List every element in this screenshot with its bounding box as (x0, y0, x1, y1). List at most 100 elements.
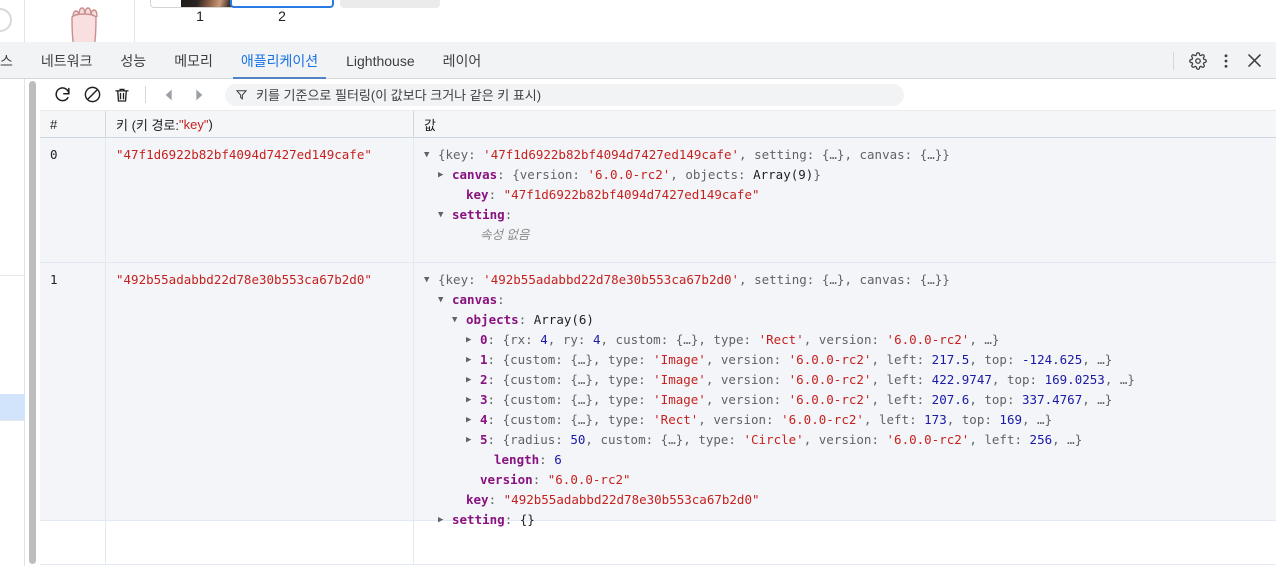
object-tree-line-text: objects: Array(6) (466, 310, 594, 330)
filter-icon (235, 90, 248, 100)
indexeddb-toolbar: 키를 기준으로 필터링(이 값보다 크거나 같은 키 표시) (40, 79, 1276, 111)
column-header-index[interactable]: # (40, 111, 106, 137)
object-tree-line[interactable]: length: 6 (424, 450, 1276, 470)
close-icon[interactable] (1240, 47, 1268, 75)
tab-1[interactable]: 네트워크 (27, 42, 107, 79)
refresh-icon[interactable] (48, 82, 76, 108)
token-dim: : (773, 352, 789, 367)
object-tree-line[interactable]: 5: {radius: 50, custom: {…}, type: 'Circ… (424, 430, 1276, 450)
tab-3[interactable]: 메모리 (160, 42, 227, 79)
object-tree-line[interactable]: version: "6.0.0-rc2" (424, 470, 1276, 490)
column-header-key-prefix: 키 (키 경로: (116, 117, 180, 133)
column-header-key[interactable]: 키 (키 경로: "key") (106, 111, 414, 137)
expanded-triangle-icon[interactable] (438, 205, 452, 225)
previous-page-icon[interactable] (155, 82, 183, 108)
object-tree-line-text: key: "47f1d6922b82bf4094d7427ed149cafe" (466, 185, 760, 205)
token-dim: canvas (859, 147, 905, 162)
object-tree-line[interactable]: objects: Array(6) (424, 310, 1276, 330)
collapsed-triangle-icon[interactable] (466, 410, 480, 430)
cell-value: {key: '492b55adabbd22d78e30b553ca67b2d0'… (414, 263, 1276, 527)
property-name: 0 (480, 332, 488, 347)
token-dim: , …} (1082, 392, 1113, 407)
token-dim: : (806, 147, 822, 162)
toolbar-separator (145, 86, 146, 103)
token-dim: : { (497, 167, 520, 182)
object-tree-line[interactable]: 0: {rx: 4, ry: 4, custom: {…}, type: 'Re… (424, 330, 1276, 350)
sidebar-divider-1 (0, 275, 25, 276)
token-dim: , …} (1082, 352, 1113, 367)
token-dim: left (886, 372, 917, 387)
sidebar-scrollbar[interactable] (29, 81, 36, 564)
collapsed-triangle-icon[interactable] (466, 330, 480, 350)
clear-icon[interactable] (78, 82, 106, 108)
token-dim: : (539, 452, 555, 467)
object-tree-line[interactable]: canvas: (424, 290, 1276, 310)
token-dim: left (886, 352, 917, 367)
object-summary-text: {key: '47f1d6922b82bf4094d7427ed149cafe'… (438, 145, 950, 165)
tab-0[interactable]: 스 (0, 42, 27, 79)
token-dim: , (803, 432, 819, 447)
collapsed-triangle-icon[interactable] (466, 390, 480, 410)
table-row[interactable]: 0"47f1d6922b82bf4094d7427ed149cafe"{key:… (40, 138, 1276, 263)
column-header-value[interactable]: 값 (414, 111, 1276, 137)
token-dim: , (705, 352, 721, 367)
cell-empty-2 (414, 521, 1276, 564)
token-dim: : (638, 412, 654, 427)
object-tree-line-text: canvas: (452, 290, 505, 310)
object-tree-line[interactable]: key: "47f1d6922b82bf4094d7427ed149cafe" (424, 185, 1276, 205)
collapsed-triangle-icon[interactable] (438, 165, 452, 185)
object-tree-line[interactable]: 2: {custom: {…}, type: 'Image', version:… (424, 370, 1276, 390)
object-tree-line[interactable]: 1: {custom: {…}, type: 'Image', version:… (424, 350, 1276, 370)
object-summary-line[interactable]: {key: '47f1d6922b82bf4094d7427ed149cafe'… (424, 145, 1276, 165)
token-dim: custom (510, 352, 556, 367)
object-tree-line[interactable]: key: "492b55adabbd22d78e30b553ca67b2d0" (424, 490, 1276, 510)
object-tree-line[interactable]: canvas: {version: '6.0.0-rc2', objects: … (424, 165, 1276, 185)
more-options-icon[interactable] (1212, 47, 1240, 75)
tab-2[interactable]: 성능 (106, 42, 160, 79)
token-dim: : (909, 412, 925, 427)
collapsed-triangle-icon[interactable] (466, 350, 480, 370)
filter-input[interactable]: 키를 기준으로 필터링(이 값보다 크거나 같은 키 표시) (225, 83, 904, 106)
token-dim: {…} (570, 372, 593, 387)
column-header-key-suffix: ) (208, 116, 213, 132)
object-tree-line[interactable]: 3: {custom: {…}, type: 'Image', version:… (424, 390, 1276, 410)
thumbnail-2-selected[interactable] (230, 0, 334, 8)
token-dim: : (555, 432, 571, 447)
collapsed-triangle-icon[interactable] (466, 370, 480, 390)
expanded-triangle-icon[interactable] (424, 270, 438, 290)
token-dim: : (660, 332, 676, 347)
expanded-triangle-icon[interactable] (438, 290, 452, 310)
sidebar-selected-item[interactable] (0, 394, 25, 420)
property-name: 1 (480, 352, 488, 367)
delete-icon[interactable] (108, 82, 136, 108)
object-tree-line[interactable]: 속성 없음 (424, 225, 1276, 245)
object-tree-line[interactable]: setting: (424, 205, 1276, 225)
next-page-icon[interactable] (185, 82, 213, 108)
tab-6[interactable]: 레이어 (429, 42, 496, 79)
token-dim: version (720, 372, 774, 387)
sidebar-divider-2 (0, 420, 25, 421)
token-dim: : { (487, 352, 511, 367)
expanded-triangle-icon[interactable] (452, 310, 466, 330)
object-tree-line[interactable]: 4: {custom: {…}, type: 'Rect', version: … (424, 410, 1276, 430)
token-str: '6.0.0-rc2' (886, 332, 970, 347)
thumbnail-3-placeholder[interactable] (340, 0, 440, 8)
token-dim: {…} (675, 332, 699, 347)
expanded-triangle-icon[interactable] (424, 145, 438, 165)
tab-active-4[interactable]: 애플리케이션 (227, 42, 332, 79)
token-str: 'Image' (653, 372, 706, 387)
token-dim: : { (487, 432, 511, 447)
token-str: '6.0.0-rc2' (788, 372, 872, 387)
object-tree-line-text: 1: {custom: {…}, type: 'Image', version:… (480, 350, 1112, 370)
table-row[interactable]: 1"492b55adabbd22d78e30b553ca67b2d0"{key:… (40, 263, 1276, 527)
collapsed-triangle-icon[interactable] (466, 430, 480, 450)
sidebar-rail (0, 79, 25, 566)
token-dim: : (904, 147, 920, 162)
token-dim: : (1029, 372, 1045, 387)
settings-icon[interactable] (1184, 47, 1212, 75)
column-header-key-path: "key" (179, 116, 209, 132)
token-dim: { (438, 272, 446, 287)
object-summary-line[interactable]: {key: '492b55adabbd22d78e30b553ca67b2d0'… (424, 270, 1276, 290)
token-dim: } (942, 147, 950, 162)
tab-5[interactable]: Lighthouse (332, 42, 429, 79)
